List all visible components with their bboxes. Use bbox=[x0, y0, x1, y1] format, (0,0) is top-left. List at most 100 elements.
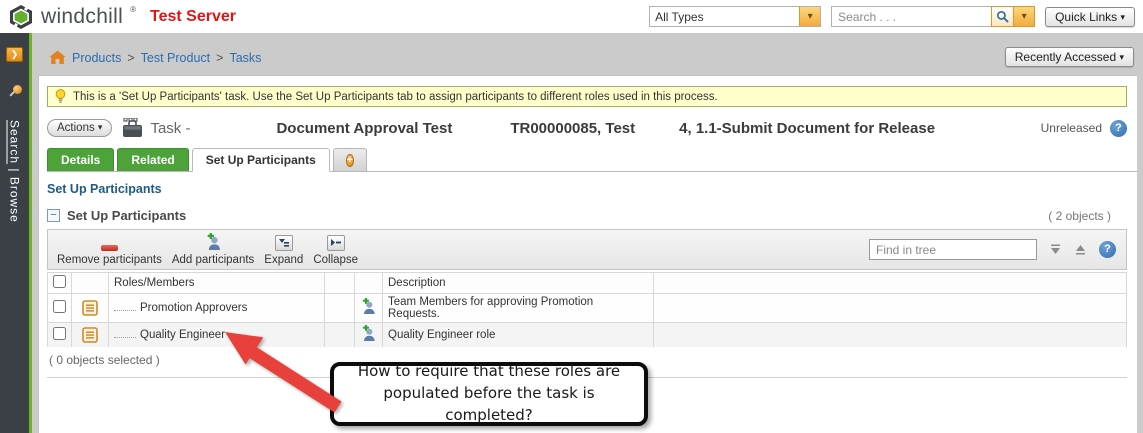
breadcrumb-link-tasks[interactable]: Tasks bbox=[229, 51, 261, 65]
table-row-promotion-approvers[interactable]: Promotion Approvers Team Members for app… bbox=[47, 293, 1127, 323]
nav-divider: | bbox=[7, 164, 22, 177]
breadcrumb-link-products[interactable]: Products bbox=[72, 51, 121, 65]
quick-links-button[interactable]: Quick Links ▾ bbox=[1045, 6, 1135, 27]
actions-label: Actions bbox=[57, 122, 95, 134]
task-title-part-2: TR00000085, Test bbox=[510, 119, 636, 137]
quick-links-label: Quick Links bbox=[1055, 9, 1118, 24]
chevron-down-icon: ▾ bbox=[1120, 11, 1125, 22]
row-checkbox[interactable] bbox=[53, 327, 66, 340]
find-previous-icon[interactable] bbox=[1074, 244, 1087, 256]
recently-accessed-button[interactable]: Recently Accessed ▾ bbox=[1004, 47, 1134, 67]
search-icon bbox=[997, 10, 1009, 23]
type-filter-select[interactable]: All Types ▾ bbox=[649, 6, 822, 27]
help-icon[interactable]: ? bbox=[1110, 119, 1127, 137]
role-name[interactable]: Promotion Approvers bbox=[140, 302, 247, 314]
plus-icon: + bbox=[345, 153, 354, 167]
role-icon bbox=[82, 300, 98, 316]
top-header-bar: windchill ® Test Server All Types ▾ ▾ Qu… bbox=[0, 0, 1143, 33]
task-title-part-3: 4, 1.1-Submit Document for Release bbox=[679, 119, 936, 137]
windchill-logo-icon bbox=[10, 4, 32, 29]
add-participant-icon bbox=[207, 233, 221, 251]
annotation-callout: How to require that these roles are popu… bbox=[330, 362, 648, 426]
lightbulb-icon bbox=[55, 89, 66, 103]
add-participant-icon[interactable] bbox=[360, 324, 376, 342]
windchill-logo: windchill ® bbox=[8, 4, 136, 30]
task-title-part-1: Document Approval Test bbox=[276, 119, 453, 137]
annotation-arrow bbox=[225, 332, 342, 413]
chevron-down-icon: ▾ bbox=[97, 122, 103, 132]
table-header-row: Roles/Members Description bbox=[47, 272, 1127, 294]
section-title: Set Up Participants bbox=[67, 208, 187, 223]
collapse-button[interactable]: Collapse bbox=[308, 230, 363, 269]
add-tab-button[interactable]: + bbox=[332, 148, 367, 171]
pin-icon[interactable] bbox=[7, 84, 23, 100]
add-participants-button[interactable]: Add participants bbox=[167, 230, 259, 269]
find-in-tree-input[interactable] bbox=[869, 239, 1037, 260]
top-search-controls: All Types ▾ ▾ Quick Links ▾ bbox=[649, 6, 1135, 27]
tree-connector bbox=[114, 308, 136, 311]
annotation-text: How to require that these roles are popu… bbox=[357, 362, 621, 424]
section-collapse-icon[interactable]: − bbox=[47, 209, 60, 222]
collapse-icon bbox=[326, 235, 345, 251]
role-description: Team Members for approving Promotion Req… bbox=[382, 293, 654, 323]
expand-label: Expand bbox=[264, 254, 304, 266]
status-area: Unreleased ? bbox=[1040, 119, 1127, 137]
tab-related[interactable]: Related bbox=[117, 148, 189, 171]
role-icon bbox=[82, 327, 98, 343]
search-link-accel: Search bbox=[7, 120, 22, 165]
object-type-label: Task - bbox=[150, 119, 191, 137]
sidebar-search-browse-link[interactable]: Search | Browse bbox=[8, 120, 22, 223]
task-notice-banner: This is a 'Set Up Participants' task. Us… bbox=[47, 86, 1127, 107]
tab-details[interactable]: Details bbox=[47, 148, 115, 171]
remove-participants-label: Remove participants bbox=[57, 254, 162, 266]
search-input[interactable] bbox=[831, 6, 992, 27]
toolbar-right-group: ? bbox=[869, 239, 1122, 260]
expand-panel-icon[interactable]: ❯ bbox=[6, 47, 23, 62]
home-icon[interactable] bbox=[49, 50, 66, 65]
logo-wordmark: windchill bbox=[41, 4, 124, 28]
breadcrumb-separator: > bbox=[127, 50, 135, 65]
help-icon[interactable]: ? bbox=[1099, 241, 1116, 258]
recently-accessed-label: Recently Accessed bbox=[1014, 50, 1117, 64]
tree-connector bbox=[114, 335, 136, 338]
task-header-row: Actions ▾ Task - Document Approval Test … bbox=[47, 114, 1127, 142]
section-header: − Set Up Participants ( 2 objects ) bbox=[47, 208, 1111, 223]
row-checkbox[interactable] bbox=[53, 300, 66, 313]
breadcrumb: Products > Test Product > Tasks bbox=[49, 50, 261, 65]
column-header-roles[interactable]: Roles/Members bbox=[108, 272, 325, 294]
breadcrumb-band: Products > Test Product > Tasks Recently… bbox=[35, 33, 1143, 75]
task-notice-text: This is a 'Set Up Participants' task. Us… bbox=[73, 90, 718, 103]
column-header-description[interactable]: Description bbox=[382, 272, 654, 294]
lifecycle-status-label: Unreleased bbox=[1040, 121, 1102, 135]
browse-link: Browse bbox=[7, 176, 22, 223]
participants-toolbar: Remove participants Add participants Exp… bbox=[47, 229, 1127, 270]
page-title: Set Up Participants bbox=[47, 182, 162, 196]
object-count-label: ( 2 objects ) bbox=[1048, 208, 1111, 223]
server-name-label: Test Server bbox=[149, 7, 236, 25]
search-submit-button[interactable] bbox=[991, 6, 1015, 27]
collapse-label: Collapse bbox=[313, 254, 359, 266]
logo-registered-mark: ® bbox=[130, 5, 136, 14]
tab-bar: Details Related Set Up Participants + bbox=[47, 148, 1137, 172]
search-options-chevron-icon[interactable]: ▾ bbox=[1014, 6, 1036, 27]
global-search: ▾ bbox=[831, 6, 1036, 27]
add-participants-label: Add participants bbox=[171, 254, 255, 266]
type-filter-value: All Types bbox=[655, 10, 704, 24]
find-next-icon[interactable] bbox=[1049, 244, 1062, 256]
add-participant-icon[interactable] bbox=[360, 297, 376, 315]
type-filter-chevron-icon[interactable]: ▾ bbox=[799, 7, 821, 26]
select-all-checkbox[interactable] bbox=[53, 275, 66, 288]
expand-icon bbox=[274, 235, 293, 251]
chevron-down-icon: ▾ bbox=[1119, 52, 1124, 62]
pin-head bbox=[12, 85, 22, 94]
remove-minus-icon bbox=[100, 245, 118, 251]
expand-button[interactable]: Expand bbox=[259, 230, 308, 269]
actions-menu-button[interactable]: Actions ▾ bbox=[47, 119, 113, 137]
tab-set-up-participants[interactable]: Set Up Participants bbox=[191, 148, 330, 172]
role-description: Quality Engineer role bbox=[382, 322, 654, 348]
breadcrumb-separator: > bbox=[216, 50, 224, 65]
remove-participants-button[interactable]: Remove participants bbox=[52, 230, 167, 269]
task-icon bbox=[123, 118, 143, 137]
breadcrumb-link-test-product[interactable]: Test Product bbox=[141, 51, 210, 65]
left-navigation-sidebar: ❯ Search | Browse bbox=[0, 33, 32, 433]
